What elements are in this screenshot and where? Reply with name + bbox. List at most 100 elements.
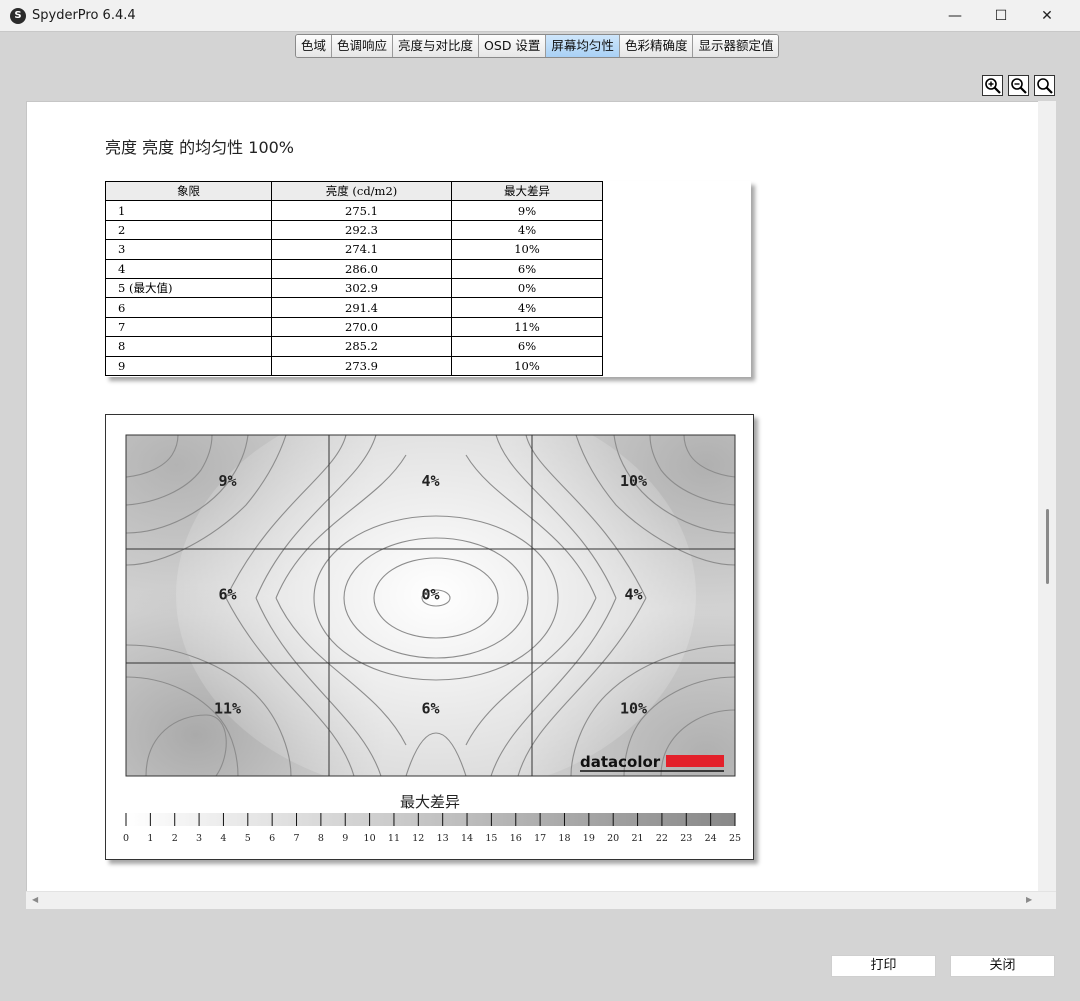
quadrant-label: 4% xyxy=(624,586,642,604)
quadrant-label: 4% xyxy=(421,472,439,490)
scale-tick-label: 24 xyxy=(705,833,717,844)
quadrant-label: 10% xyxy=(620,699,647,717)
scale-tick-label: 7 xyxy=(293,833,299,844)
scroll-left-icon[interactable]: ◀ xyxy=(32,895,38,904)
color-scale-bar xyxy=(126,813,735,826)
table-row: 6 291.4 4% xyxy=(105,297,603,318)
scale-tick-label: 12 xyxy=(412,833,424,844)
scale-tick-label: 17 xyxy=(534,833,546,844)
luminance-cell: 291.4 xyxy=(271,297,452,318)
minimize-button[interactable]: — xyxy=(932,0,978,32)
report-title: 亮度 亮度 的均匀性 100% xyxy=(105,138,295,157)
maximize-button[interactable]: ☐ xyxy=(978,0,1024,32)
quadrant-label: 6% xyxy=(421,699,439,717)
tab-brightness-contrast[interactable]: 亮度与对比度 xyxy=(393,35,480,57)
scale-tick-label: 23 xyxy=(680,833,692,844)
quadrant-label: 10% xyxy=(620,472,647,490)
scale-tick-label: 6 xyxy=(269,833,275,844)
quadrant-label: 11% xyxy=(214,699,241,717)
quadrant-cell: 4 xyxy=(105,258,272,279)
luminance-cell: 273.9 xyxy=(271,355,452,376)
table-row: 8 285.2 6% xyxy=(105,336,603,357)
scale-tick-label: 22 xyxy=(656,833,668,844)
quadrant-cell: 6 xyxy=(105,297,272,318)
zoom-fit-icon xyxy=(1037,78,1053,94)
quadrant-label: 0% xyxy=(421,586,439,604)
luminance-cell: 286.0 xyxy=(271,258,452,279)
scale-tick-label: 1 xyxy=(147,833,153,844)
table-row: 7 270.0 11% xyxy=(105,316,603,338)
quadrant-cell: 2 xyxy=(105,219,272,241)
quadrant-cell: 3 xyxy=(105,239,272,260)
print-button[interactable]: 打印 xyxy=(831,955,936,977)
logo-bar xyxy=(666,755,724,767)
tab-tone-response[interactable]: 色调响应 xyxy=(332,35,394,57)
zoom-out-icon xyxy=(1011,78,1027,94)
scale-tick-label: 0 xyxy=(123,833,129,844)
close-button[interactable]: 关闭 xyxy=(950,955,1055,977)
scale-tick-label: 20 xyxy=(607,833,619,844)
scale-tick-label: 2 xyxy=(172,833,178,844)
table-row: 5 (最大值) 302.9 0% xyxy=(105,277,603,299)
window-title: SpyderPro 6.4.4 xyxy=(32,8,136,23)
header-luminance: 亮度 (cd/m2) xyxy=(271,180,452,202)
scale-tick-label: 15 xyxy=(485,833,497,844)
tab-osd-settings[interactable]: OSD 设置 xyxy=(479,35,547,57)
table-row: 1 275.1 9% xyxy=(105,200,603,221)
luminance-cell: 302.9 xyxy=(271,277,452,299)
zoom-in-button[interactable] xyxy=(982,75,1003,96)
quadrant-table-wrap: 象限 亮度 (cd/m2) 最大差异 1 275.1 9% 2 292.3 4% 3 27… xyxy=(105,180,751,377)
uniformity-heatmap-svg: 9% 4% 10%6% 0% 4%11% 6% 10% datacolor 最大差异 012… xyxy=(123,434,741,844)
scroll-right-icon[interactable]: ▶ xyxy=(1026,895,1032,904)
scale-tick-label: 25 xyxy=(729,833,741,844)
scale-tick-label: 16 xyxy=(510,833,522,844)
tab-screen-uniformity[interactable]: 屏幕均匀性 xyxy=(546,35,620,57)
tab-display-rating[interactable]: 显示器额定值 xyxy=(693,35,779,57)
scale-tick-label: 5 xyxy=(245,833,251,844)
tab-gamut[interactable]: 色域 xyxy=(296,35,333,57)
scale-tick-label: 13 xyxy=(437,833,449,844)
quadrant-cell: 1 xyxy=(105,200,272,221)
quadrant-table: 象限 亮度 (cd/m2) 最大差异 1 275.1 9% 2 292.3 4% 3 27… xyxy=(105,180,603,376)
luminance-cell: 275.1 xyxy=(271,200,452,221)
difference-cell: 10% xyxy=(451,239,603,260)
difference-cell: 6% xyxy=(451,258,603,279)
zoom-fit-button[interactable] xyxy=(1034,75,1055,96)
difference-cell: 6% xyxy=(451,336,603,357)
vertical-scrollbar[interactable] xyxy=(1038,101,1056,891)
difference-cell: 4% xyxy=(451,219,603,241)
scale-tick-label: 21 xyxy=(632,833,644,844)
table-row: 2 292.3 4% xyxy=(105,219,603,241)
quadrant-cell: 8 xyxy=(105,336,272,357)
scale-tick-label: 18 xyxy=(558,833,570,844)
table-row: 9 273.9 10% xyxy=(105,355,603,376)
quadrant-cell: 7 xyxy=(105,316,272,338)
quadrant-label: 6% xyxy=(218,586,236,604)
zoom-in-icon xyxy=(985,78,1001,94)
luminance-cell: 274.1 xyxy=(271,239,452,260)
report-tabs: 色域 色调响应 亮度与对比度 OSD 设置 屏幕均匀性 色彩精确度 显示器额定值 xyxy=(295,34,780,58)
scale-tick-label: 3 xyxy=(196,833,202,844)
horizontal-scrollbar[interactable]: ◀ ▶ xyxy=(26,891,1056,909)
header-quadrant: 象限 xyxy=(105,180,272,202)
table-row: 3 274.1 10% xyxy=(105,239,603,260)
quadrant-cell: 9 xyxy=(105,355,272,376)
close-window-button[interactable]: ✕ xyxy=(1024,0,1070,32)
zoom-out-button[interactable] xyxy=(1008,75,1029,96)
vertical-scroll-thumb[interactable] xyxy=(1046,509,1049,584)
quadrant-label: 9% xyxy=(218,472,236,490)
luminance-cell: 292.3 xyxy=(271,219,452,241)
report-panel: 亮度 亮度 的均匀性 100% 象限 亮度 (cd/m2) 最大差异 1 275.… xyxy=(26,101,1056,909)
table-header-row: 象限 亮度 (cd/m2) 最大差异 xyxy=(105,180,603,202)
difference-cell: 0% xyxy=(451,277,603,299)
quadrant-cell: 5 (最大值) xyxy=(105,277,272,299)
scale-tick-label: 9 xyxy=(342,833,348,844)
tab-color-accuracy[interactable]: 色彩精确度 xyxy=(619,35,694,57)
difference-cell: 10% xyxy=(451,355,603,376)
logo-text: datacolor xyxy=(580,753,661,771)
title-bar: S SpyderPro 6.4.4 — ☐ ✕ xyxy=(0,0,1080,32)
scale-tick-label: 14 xyxy=(461,833,473,844)
app-logo-icon: S xyxy=(10,8,26,24)
scale-tick-label: 19 xyxy=(583,833,595,844)
table-row: 4 286.0 6% xyxy=(105,258,603,279)
